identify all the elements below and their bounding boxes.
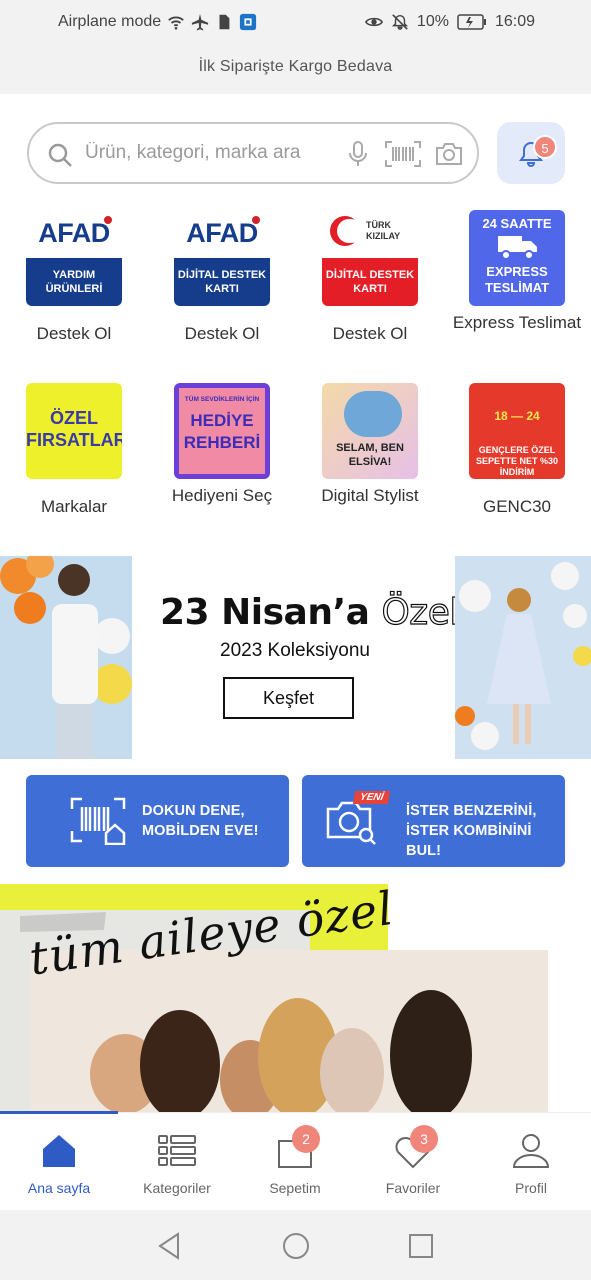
feature-line-2: MOBİLDEN EVE!	[142, 823, 259, 839]
tile-band-text: YARDIM ÜRÜNLERİ	[26, 258, 122, 306]
status-bar: Airplane mode 10% 16:09	[0, 0, 591, 44]
tile-band-text: DİJİTAL DESTEK KARTI	[174, 258, 270, 306]
stylist-greeting: SELAM, BEN ELSİVA!	[336, 442, 404, 468]
special-deals-text: ÖZEL FIRSATLAR	[26, 408, 122, 450]
tile-band-text: DİJİTAL DESTEK KARTI	[322, 258, 418, 306]
truck-icon	[498, 236, 537, 260]
cart-count-badge: 2	[292, 1125, 320, 1153]
nav-label: Ana sayfa	[27, 1180, 91, 1196]
balloons-illustration	[0, 550, 132, 759]
banner-photo-girl	[455, 556, 591, 759]
sim-card-icon	[219, 14, 230, 30]
age-range: 18 — 24	[494, 409, 540, 423]
banner-photo-boy	[0, 550, 132, 759]
nav-label: Favoriler	[385, 1180, 441, 1196]
nav-categories[interactable]: Kategoriler	[118, 1113, 236, 1211]
camera-icon[interactable]	[435, 142, 463, 166]
kizilay-crescent-icon	[330, 216, 363, 246]
barcode-icon[interactable]	[385, 141, 421, 167]
family-faces	[90, 990, 510, 1114]
shortcut-label[interactable]: Destek Ol	[152, 322, 292, 345]
search-input[interactable]	[83, 138, 333, 168]
search-bar[interactable]	[27, 122, 479, 184]
genc30-offer-text: GENÇLERE ÖZEL SEPETTE NET %30 İNDİRİM	[475, 445, 559, 477]
nav-profile[interactable]: Profil	[472, 1113, 591, 1211]
nav-label: Profil	[515, 1180, 547, 1196]
notification-count-badge: 5	[533, 135, 557, 159]
shortcut-label[interactable]: GENC30	[447, 495, 587, 518]
home-icon	[43, 1135, 75, 1167]
feature-label: DOKUN DENE, MOBİLDEN EVE!	[142, 801, 259, 841]
banner-title-outline: Özel	[381, 591, 460, 633]
shortcut-label[interactable]: Hediyeni Seç	[152, 484, 292, 507]
shortcut-label[interactable]: Digital Stylist	[300, 484, 440, 507]
afad-digital-card-tile[interactable]: AFAD DİJİTAL DESTEK KARTI	[174, 210, 270, 306]
feature-line-1: DOKUN DENE,	[142, 803, 245, 819]
afad-logo-dot	[252, 216, 260, 224]
clock: 16:09	[494, 13, 535, 30]
airplane-icon	[192, 13, 209, 31]
family-promo-banner[interactable]: tüm aileye özel	[0, 884, 591, 1114]
find-similar-button[interactable]: YENİ İSTER BENZERİNİ, İSTER KOMBİNİNİ BU…	[302, 775, 565, 867]
camera-search-icon	[326, 801, 376, 845]
express-tile-bottom: EXPRESS TESLİMAT	[484, 264, 550, 295]
gift-guide-small-text: TÜM SEVDİKLERİN İÇİN	[184, 396, 260, 403]
digital-stylist-tile[interactable]: SELAM, BEN ELSİVA!	[322, 383, 418, 479]
banner-subtitle: 2023 Koleksiyonu	[220, 640, 370, 661]
nav-home[interactable]: Ana sayfa	[0, 1113, 118, 1211]
genc30-tile[interactable]: 18 — 24 GENÇLERE ÖZEL SEPETTE NET %30 İN…	[469, 383, 565, 479]
try-on-delivery-button[interactable]: DOKUN DENE, MOBİLDEN EVE!	[26, 775, 289, 867]
wifi-icon	[168, 16, 184, 30]
nav-cart[interactable]: 2 Sepetim	[236, 1113, 354, 1211]
kizilay-logo: TÜRK KIZILAY	[366, 220, 401, 241]
banner-title: 23 Nisan’a Özel	[160, 591, 460, 633]
gift-guide-title: HEDİYE REHBERİ	[183, 411, 261, 452]
airplane-mode-text: Airplane mode	[58, 13, 162, 30]
back-icon[interactable]	[156, 1232, 182, 1260]
battery-icon	[457, 14, 486, 30]
app-notification-icon	[240, 13, 257, 31]
mute-icon	[391, 14, 408, 30]
shortcut-label[interactable]: Express Teslimat	[447, 311, 587, 334]
express-delivery-tile[interactable]: 24 SAATTE EXPRESS TESLİMAT	[469, 210, 565, 306]
nav-label: Kategoriler	[143, 1180, 211, 1196]
microphone-icon[interactable]	[347, 141, 369, 167]
gift-guide-tile[interactable]: TÜM SEVDİKLERİN İÇİN HEDİYE REHBERİ	[174, 383, 270, 479]
discover-button[interactable]: Keşfet	[223, 677, 354, 719]
bottom-navigation: Ana sayfa Kategoriler 2 Sepetim 3 Favori…	[0, 1111, 591, 1211]
user-icon	[512, 1134, 550, 1168]
stylist-photo	[344, 391, 402, 437]
afad-logo-dot	[104, 216, 112, 224]
barcode-home-icon	[70, 797, 126, 845]
home-circle-icon[interactable]	[282, 1232, 310, 1260]
eye-icon	[364, 17, 383, 27]
feature-line-1: İSTER BENZERİNİ,	[406, 803, 537, 819]
shortcut-label[interactable]: Markalar	[4, 495, 144, 518]
banner-title-main: 23 Nisan’a	[160, 592, 370, 633]
new-badge: YENİ	[352, 791, 391, 804]
favorites-count-badge: 3	[410, 1125, 438, 1153]
feature-label: İSTER BENZERİNİ, İSTER KOMBİNİNİ BUL!	[406, 801, 565, 861]
recents-icon[interactable]	[408, 1232, 434, 1260]
express-tile-top: 24 SAATTE	[482, 216, 552, 231]
nav-favorites[interactable]: 3 Favoriler	[354, 1113, 472, 1211]
search-icon	[48, 143, 72, 167]
kizilay-digital-card-tile[interactable]: TÜRK KIZILAY DİJİTAL DESTEK KARTI	[322, 210, 418, 306]
special-deals-tile[interactable]: ÖZEL FIRSATLAR	[26, 383, 122, 479]
shortcut-label[interactable]: Destek Ol	[300, 322, 440, 345]
battery-percent: 10%	[416, 13, 449, 30]
list-icon	[158, 1135, 196, 1166]
feature-line-2: İSTER KOMBİNİNİ BUL!	[406, 823, 532, 859]
free-shipping-announcement: İlk Siparişte Kargo Bedava	[0, 44, 591, 94]
system-navigation-bar	[0, 1210, 591, 1280]
nav-label: Sepetim	[269, 1180, 321, 1196]
shortcut-label[interactable]: Destek Ol	[4, 322, 144, 345]
balloons-illustration	[455, 562, 591, 750]
april-23-banner[interactable]: 23 Nisan’a Özel 2023 Koleksiyonu Keşfet	[0, 550, 591, 759]
afad-aid-products-tile[interactable]: AFAD YARDIM ÜRÜNLERİ	[26, 210, 122, 306]
